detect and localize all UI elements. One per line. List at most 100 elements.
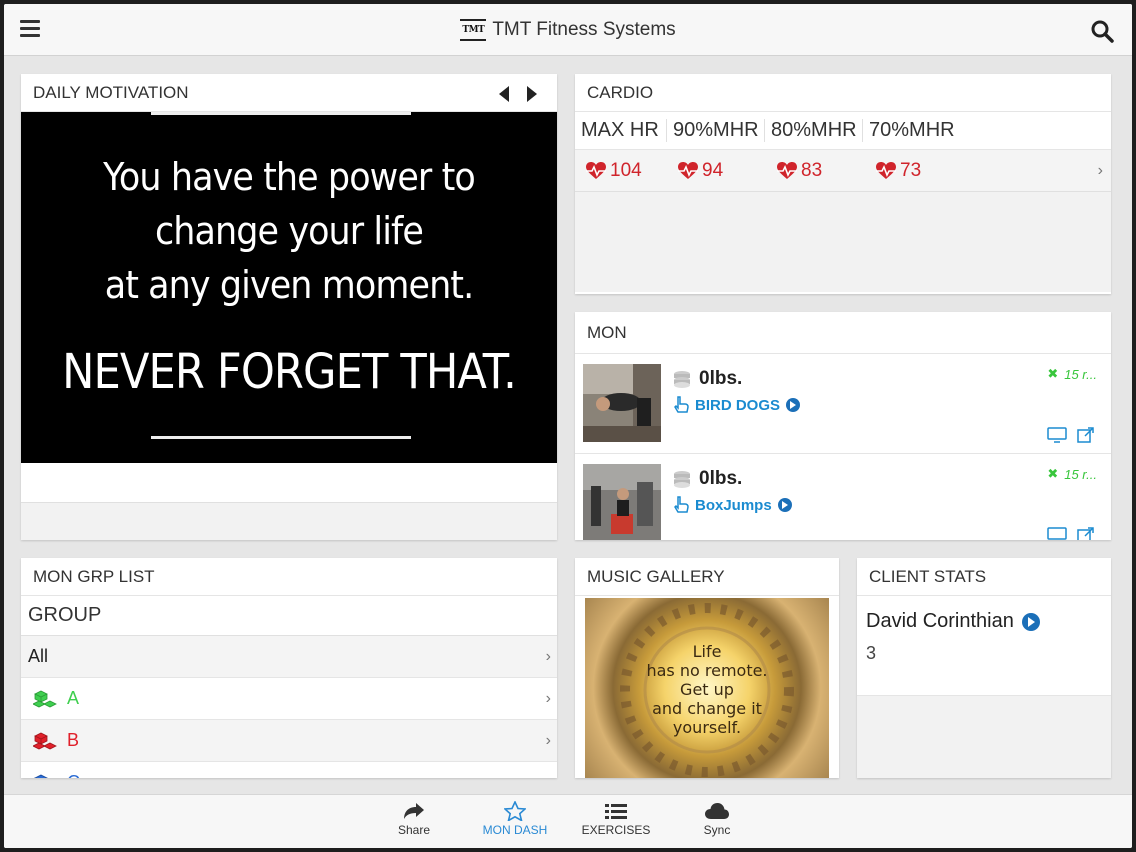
close-icon[interactable]: ✖ — [1047, 466, 1058, 482]
group-list-panel: MON GRP LIST GROUP All › A › B › C — [21, 558, 557, 778]
panel-footer — [21, 502, 557, 540]
hr-column-max: MAX HR — [575, 119, 667, 142]
star-icon — [504, 801, 526, 821]
group-row-b[interactable]: B › — [21, 720, 557, 762]
cover-line: and change it — [652, 699, 762, 718]
exercise-thumbnail[interactable] — [583, 464, 661, 540]
hr-column-70: 70%MHR — [869, 119, 955, 141]
group-row-a[interactable]: A › — [21, 678, 557, 720]
quote-line: You have the power to — [103, 155, 476, 199]
client-count: 3 — [866, 643, 877, 663]
monitor-icon[interactable] — [1047, 427, 1067, 443]
panel-title: CARDIO — [575, 74, 1111, 112]
hamburger-icon[interactable] — [20, 20, 40, 38]
hand-pointer-icon — [674, 496, 689, 513]
tab-mon-dash[interactable]: MON DASH — [470, 801, 560, 837]
mon-exercises-panel: MON 0lbs. BIRD DOGS ✖ 15 r... 0lbs. BoxJ… — [575, 312, 1111, 540]
cloud-icon — [705, 803, 729, 819]
exercise-reps: ✖ 15 r... — [1047, 466, 1097, 482]
search-icon[interactable] — [1090, 19, 1114, 43]
bottom-tab-bar: Share MON DASH EXERCISES Sync — [4, 794, 1132, 848]
group-label: B — [67, 730, 80, 750]
monitor-icon[interactable] — [1047, 527, 1067, 540]
quote-line: change your life — [154, 209, 424, 253]
group-row-all[interactable]: All › — [21, 636, 557, 678]
prev-arrow-icon[interactable] — [499, 86, 509, 102]
group-header: GROUP — [21, 596, 557, 636]
exercise-weight: 0lbs. — [673, 468, 742, 490]
weight-value: 0lbs. — [699, 468, 743, 489]
external-link-icon[interactable] — [1077, 427, 1095, 443]
exercise-weight: 0lbs. — [673, 368, 742, 390]
cubes-icon — [33, 690, 57, 707]
app-title: TMT Fitness Systems — [492, 18, 676, 40]
chevron-right-icon: › — [545, 731, 551, 749]
list-icon — [605, 804, 627, 819]
group-label: All — [28, 646, 49, 666]
exercise-name: BIRD DOGS — [695, 396, 781, 414]
cardio-panel: CARDIO MAX HR 90%MHR 80%MHR 70%MHR 104 9… — [575, 74, 1111, 294]
hr-values-row[interactable]: 104 94 83 73 › — [575, 150, 1111, 192]
hr-value-90: 94 — [677, 160, 723, 182]
chevron-right-icon: › — [545, 689, 551, 707]
reps-value: 15 r... — [1064, 366, 1097, 382]
tab-label: Sync — [703, 823, 731, 837]
brand: TMT TMT Fitness Systems — [460, 18, 676, 41]
exercise-link[interactable]: BoxJumps — [673, 496, 792, 514]
tab-exercises[interactable]: EXERCISES — [571, 801, 661, 837]
weight-plates-icon — [674, 471, 690, 488]
cover-line: has no remote. — [646, 661, 768, 680]
daily-motivation-panel: DAILY MOTIVATION You have the power to c… — [21, 74, 557, 540]
cover-line: yourself. — [672, 718, 742, 737]
hr-value: 83 — [801, 159, 823, 181]
panel-title: MON — [575, 312, 1111, 354]
tab-share[interactable]: Share — [369, 801, 459, 837]
cover-line: Life — [692, 642, 722, 661]
hr-value-80: 83 — [776, 160, 822, 182]
tab-sync[interactable]: Sync — [672, 801, 762, 837]
heartbeat-icon — [876, 161, 896, 179]
share-icon — [404, 803, 424, 819]
exercise-thumbnail[interactable] — [583, 364, 661, 442]
music-cover-text: Life has no remote. Get up and change it… — [585, 642, 829, 737]
exercise-reps: ✖ 15 r... — [1047, 366, 1097, 382]
panel-footer — [857, 696, 1111, 778]
hr-value: 73 — [900, 159, 922, 181]
music-cover-image[interactable]: Life has no remote. Get up and change it… — [585, 598, 829, 778]
group-label: A — [67, 688, 80, 708]
exercise-item: 0lbs. BIRD DOGS ✖ 15 r... — [575, 354, 1111, 454]
hr-header-row: MAX HR 90%MHR 80%MHR 70%MHR — [575, 112, 1111, 150]
tab-label: Share — [397, 823, 431, 837]
external-link-icon[interactable] — [1077, 527, 1095, 540]
hr-column-90: 90%MHR — [667, 119, 765, 142]
client-name-link[interactable]: David Corinthian — [866, 610, 1102, 633]
chevron-right-icon: › — [1097, 161, 1103, 179]
quote-line: at any given moment. — [104, 263, 475, 307]
music-gallery-panel: MUSIC GALLERY Life has no remote. Get up… — [575, 558, 839, 778]
top-bar: TMT TMT Fitness Systems — [4, 4, 1132, 56]
exercise-actions — [1047, 427, 1095, 443]
panel-title: DAILY MOTIVATION — [21, 74, 557, 112]
next-arrow-icon[interactable] — [527, 86, 537, 102]
close-icon[interactable]: ✖ — [1047, 366, 1058, 382]
exercise-item: 0lbs. BoxJumps ✖ 15 r... — [575, 454, 1111, 540]
hr-value-max: 104 — [585, 160, 642, 182]
circle-arrow-icon — [1021, 612, 1040, 631]
brand-logo: TMT — [460, 18, 487, 41]
weight-plates-icon — [674, 371, 690, 388]
divider — [151, 436, 411, 439]
group-row-c[interactable]: C — [21, 762, 557, 778]
reps-value: 15 r... — [1064, 466, 1097, 482]
exercise-link[interactable]: BIRD DOGS — [673, 396, 801, 414]
client-name: David Corinthian — [866, 610, 1014, 632]
hand-pointer-icon — [674, 396, 689, 413]
cubes-icon — [33, 732, 57, 749]
panel-title: CLIENT STATS — [857, 558, 1111, 596]
tab-label: EXERCISES — [581, 823, 651, 837]
quote-text: You have the power to change your life a… — [42, 150, 535, 312]
panel-body — [575, 192, 1111, 292]
heartbeat-icon — [678, 161, 698, 179]
heartbeat-icon — [586, 161, 606, 179]
client-stats-panel: CLIENT STATS David Corinthian 3 — [857, 558, 1111, 778]
hr-value: 94 — [702, 159, 724, 181]
